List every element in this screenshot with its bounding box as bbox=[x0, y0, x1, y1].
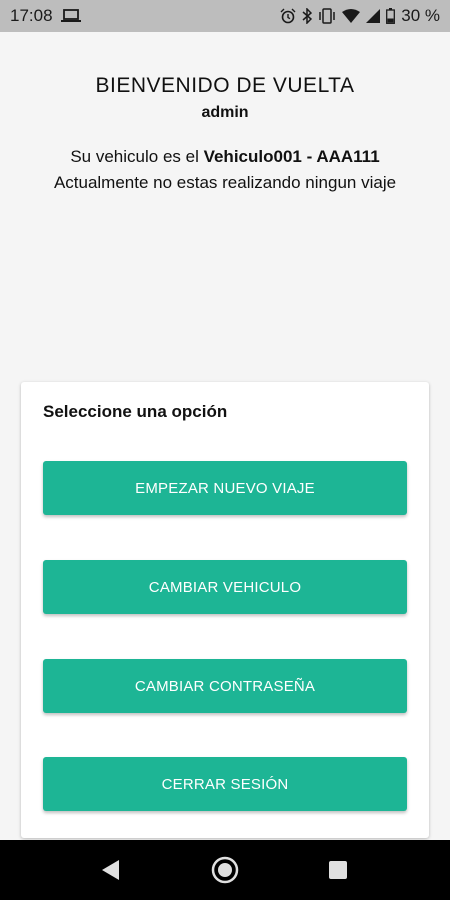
bluetooth-icon bbox=[302, 8, 313, 24]
wifi-icon bbox=[342, 9, 361, 23]
options-title: Seleccione una opción bbox=[43, 402, 228, 421]
vehicle-info: Su vehiculo es el Vehiculo001 - AAA111 A… bbox=[0, 144, 450, 196]
back-icon[interactable] bbox=[93, 852, 129, 888]
recents-icon[interactable] bbox=[320, 852, 356, 888]
start-trip-button[interactable]: EMPEZAR NUEVO VIAJE bbox=[43, 461, 407, 515]
battery-icon bbox=[386, 8, 396, 24]
status-bar-left: 17:08 bbox=[10, 6, 81, 26]
vehicle-name: Vehiculo001 - AAA111 bbox=[203, 147, 380, 166]
welcome-section: BIENVENIDO DE VUELTA admin Su vehiculo e… bbox=[0, 74, 450, 196]
logout-button[interactable]: CERRAR SESIÓN bbox=[43, 757, 407, 811]
trip-status: Actualmente no estas realizando ningun v… bbox=[53, 173, 397, 192]
welcome-title: BIENVENIDO DE VUELTA bbox=[95, 74, 355, 97]
home-icon[interactable] bbox=[207, 852, 243, 888]
options-card: Seleccione una opción EMPEZAR NUEVO VIAJ… bbox=[21, 382, 429, 838]
status-bar-right: 30 % bbox=[280, 6, 440, 26]
navigation-bar bbox=[0, 840, 450, 900]
status-bar: 17:08 30 % bbox=[0, 0, 450, 32]
signal-icon bbox=[366, 9, 381, 23]
status-time: 17:08 bbox=[10, 6, 53, 25]
username: admin bbox=[201, 104, 249, 121]
alarm-icon bbox=[280, 8, 296, 24]
change-password-button[interactable]: CAMBIAR CONTRASEÑA bbox=[43, 659, 407, 713]
vehicle-line: Su vehiculo es el Vehiculo001 - AAA111 bbox=[0, 144, 450, 170]
vehicle-prefix: Su vehiculo es el bbox=[70, 147, 204, 166]
change-vehicle-button[interactable]: CAMBIAR VEHICULO bbox=[43, 560, 407, 614]
laptop-icon bbox=[60, 9, 81, 23]
vibrate-icon bbox=[318, 8, 336, 24]
battery-percent: 30 % bbox=[401, 6, 440, 25]
